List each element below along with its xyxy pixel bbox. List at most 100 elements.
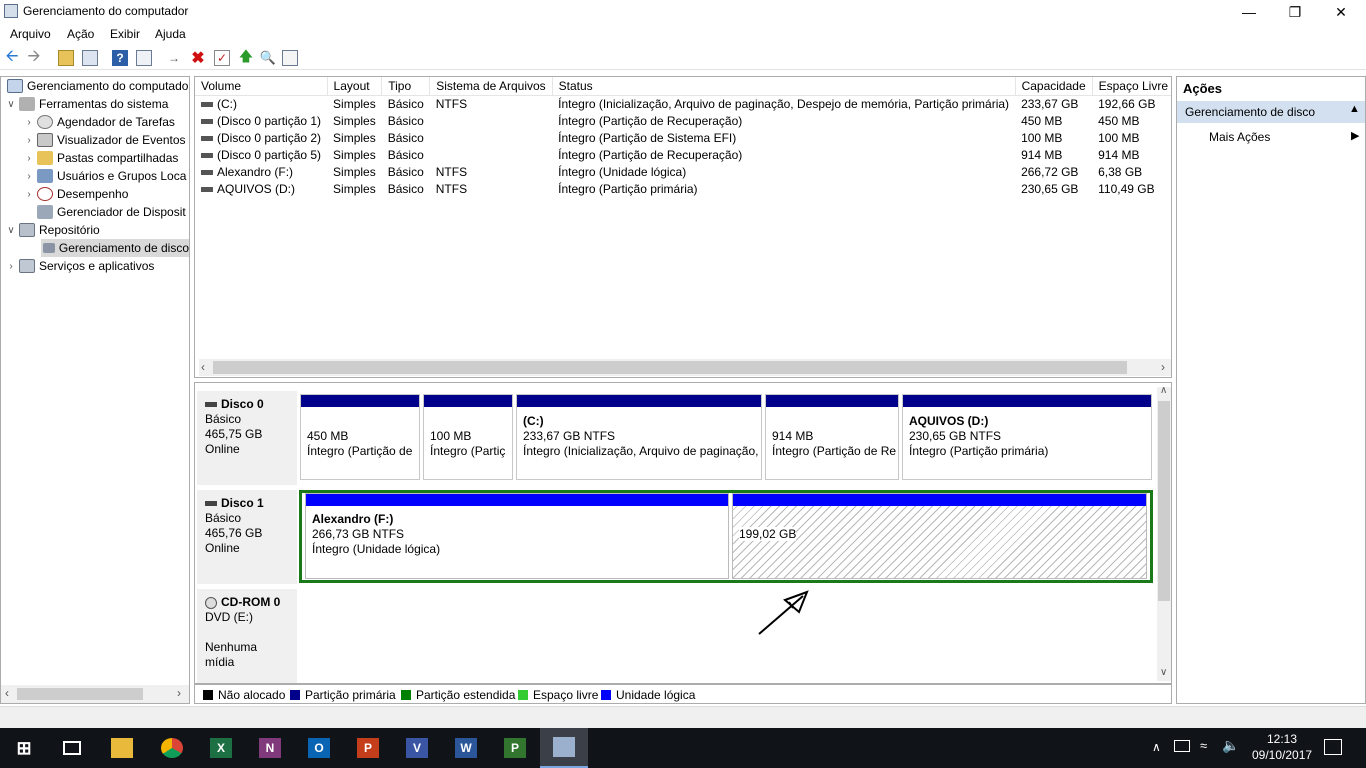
col-tipo[interactable]: Tipo — [381, 77, 431, 96]
tree-performance[interactable]: › Desempenho — [23, 185, 128, 203]
chevron-right-icon[interactable]: › — [23, 135, 35, 146]
disk1-partition-f[interactable]: Alexandro (F:) 266,73 GB NTFS Íntegro (Uni… — [305, 493, 729, 579]
chevron-right-icon[interactable]: › — [23, 171, 35, 182]
chevron-right-icon[interactable]: › — [23, 117, 35, 128]
list-view-icon[interactable] — [282, 50, 298, 66]
taskbar-word[interactable]: W — [442, 728, 490, 768]
volume-hscrollbar[interactable]: ‹ › — [199, 359, 1171, 376]
disk1-label[interactable]: Disco 1 Básico 465,76 GB Online — [197, 490, 297, 584]
taskbar-project[interactable]: P — [491, 728, 539, 768]
chevron-down-icon[interactable]: ∨ — [5, 99, 17, 110]
volume-row[interactable]: (C:) Simples Básico NTFS Íntegro (Inicializa… — [195, 95, 1171, 112]
show-hide-tree-icon[interactable] — [82, 50, 98, 66]
volume-row[interactable]: (Disco 0 partição 5) Simples Básico Íntegro… — [195, 146, 1171, 163]
chevron-right-icon[interactable]: › — [23, 153, 35, 164]
graphic-vscrollbar[interactable]: ∧ ∨ — [1157, 385, 1171, 681]
more-actions-item[interactable]: Mais Ações ▶ — [1177, 127, 1365, 147]
start-button[interactable]: ⊞ — [0, 728, 48, 768]
tree-hscrollbar[interactable]: ‹ › — [1, 685, 189, 703]
forward-icon[interactable]: 🡪 — [26, 48, 42, 66]
disk1-free-space[interactable]: 199,02 GB — [732, 493, 1147, 579]
scroll-down-icon[interactable]: ∨ — [1160, 667, 1167, 678]
scroll-right-icon[interactable]: › — [1161, 360, 1165, 374]
notifications-icon[interactable] — [1324, 739, 1342, 755]
cdrom-label[interactable]: CD-ROM 0 DVD (E:) Nenhuma mídia — [197, 589, 297, 683]
properties-view-icon[interactable] — [136, 50, 152, 66]
volume-row[interactable]: Alexandro (F:) Simples Básico NTFS Íntegro (… — [195, 163, 1171, 180]
menu-ajuda[interactable]: Ajuda — [155, 27, 186, 41]
chevron-right-icon[interactable]: › — [5, 261, 17, 272]
tree-system-tools[interactable]: ∨ Ferramentas do sistema — [5, 95, 168, 113]
minimize-button[interactable]: — — [1226, 0, 1272, 24]
tree-services-apps[interactable]: › Serviços e aplicativos — [5, 257, 154, 275]
folder-up-icon[interactable]: 🡅 — [238, 48, 254, 66]
disk0-partition-c[interactable]: (C:) 233,67 GB NTFS Íntegro (Inicialização… — [516, 394, 762, 480]
volume-cell: 6,38 GB — [1098, 164, 1143, 179]
volume-row[interactable]: (Disco 0 partição 1) Simples Básico Íntegro… — [195, 112, 1171, 129]
col-filesystem[interactable]: Sistema de Arquivos — [429, 77, 553, 96]
disk0-partition1[interactable]: 450 MB Íntegro (Partição de — [300, 394, 420, 480]
close-button[interactable]: ✕ — [1318, 0, 1364, 24]
collapse-up-icon[interactable]: ▲ — [1349, 103, 1360, 115]
menu-arquivo[interactable]: Arquivo — [10, 27, 51, 41]
tree-event-viewer[interactable]: › Visualizador de Eventos — [23, 131, 186, 149]
restore-button[interactable]: ❐ — [1272, 0, 1318, 24]
volume-row[interactable]: (Disco 0 partição 2) Simples Básico Íntegro… — [195, 129, 1171, 146]
search-folder-icon[interactable]: 🔍 — [260, 50, 276, 66]
tree-storage[interactable]: ∨ Repositório — [5, 221, 100, 239]
volume-cell: Básico — [387, 96, 424, 111]
volume-cell: Básico — [387, 130, 424, 145]
scroll-thumb[interactable] — [17, 688, 143, 700]
scroll-thumb[interactable] — [213, 361, 1127, 374]
tree-task-scheduler[interactable]: › Agendador de Tarefas — [23, 113, 175, 131]
network-icon[interactable] — [1174, 740, 1190, 752]
check-icon[interactable]: ✓ — [214, 50, 230, 66]
chevron-down-icon[interactable]: ∨ — [5, 225, 17, 236]
col-layout[interactable]: Layout — [327, 77, 383, 96]
taskbar-explorer[interactable] — [98, 728, 146, 768]
scroll-thumb[interactable] — [1158, 401, 1170, 601]
tree-root[interactable]: Gerenciamento do computado — [5, 77, 188, 95]
scroll-up-icon[interactable]: ∧ — [1160, 385, 1167, 396]
disk0-label[interactable]: Disco 0 Básico 465,75 GB Online — [197, 391, 297, 485]
chevron-right-icon[interactable]: › — [23, 189, 35, 200]
delete-icon[interactable]: ✖ — [190, 50, 206, 67]
tree-users-groups[interactable]: › Usuários e Grupos Loca — [23, 167, 186, 185]
col-capacity[interactable]: Capacidade — [1015, 77, 1093, 96]
clock[interactable]: 12:13 09/10/2017 — [1252, 731, 1312, 763]
volume-icon[interactable]: 🔈 — [1222, 737, 1239, 754]
tree-disk-management[interactable]: Gerenciamento de disco — [41, 239, 189, 257]
connect-icon[interactable]: → — [166, 50, 182, 66]
scroll-left-icon[interactable]: ‹ — [201, 360, 205, 374]
taskbar-onenote[interactable]: N — [246, 728, 294, 768]
actions-section-disk[interactable]: Gerenciamento de disco ▲ — [1177, 101, 1365, 123]
tree-shared-folders[interactable]: › Pastas compartilhadas — [23, 149, 178, 167]
taskbar-chrome[interactable] — [148, 728, 196, 768]
scroll-right-icon[interactable]: › — [177, 686, 181, 700]
show-hidden-icons[interactable]: ∧ — [1152, 740, 1161, 754]
disk0-partition5[interactable]: 914 MB Íntegro (Partição de Re — [765, 394, 899, 480]
back-icon[interactable]: 🡨 — [4, 48, 20, 66]
up-folder-icon[interactable] — [58, 50, 74, 66]
volume-name-cell: AQUIVOS (D:) — [195, 180, 327, 197]
submenu-arrow-icon: ▶ — [1351, 130, 1360, 142]
wifi-icon[interactable]: ≈ — [1200, 738, 1207, 753]
taskbar-computer-management[interactable] — [540, 728, 588, 768]
volume-row[interactable]: AQUIVOS (D:) Simples Básico NTFS Íntegro (Pa… — [195, 180, 1171, 197]
taskbar-powerpoint[interactable]: P — [344, 728, 392, 768]
menu-exibir[interactable]: Exibir — [110, 27, 140, 41]
help-icon[interactable]: ? — [112, 50, 128, 66]
menu-acao[interactable]: Ação — [67, 27, 94, 41]
col-status[interactable]: Status — [552, 77, 1016, 96]
tree-device-manager[interactable]: Gerenciador de Disposit — [35, 203, 186, 221]
col-free[interactable]: Espaço Livre — [1092, 77, 1171, 96]
taskbar-outlook[interactable]: O — [295, 728, 343, 768]
disk0-partition-d[interactable]: AQUIVOS (D:) 230,65 GB NTFS Íntegro (Parti… — [902, 394, 1152, 480]
disk0-partition2[interactable]: 100 MB Íntegro (Partiç — [423, 394, 513, 480]
scroll-left-icon[interactable]: ‹ — [5, 686, 9, 700]
col-volume[interactable]: Volume — [195, 77, 328, 96]
taskbar-visio[interactable]: V — [393, 728, 441, 768]
task-view-button[interactable] — [48, 728, 96, 768]
taskbar-excel[interactable]: X — [197, 728, 245, 768]
legend-swatch — [290, 690, 300, 700]
